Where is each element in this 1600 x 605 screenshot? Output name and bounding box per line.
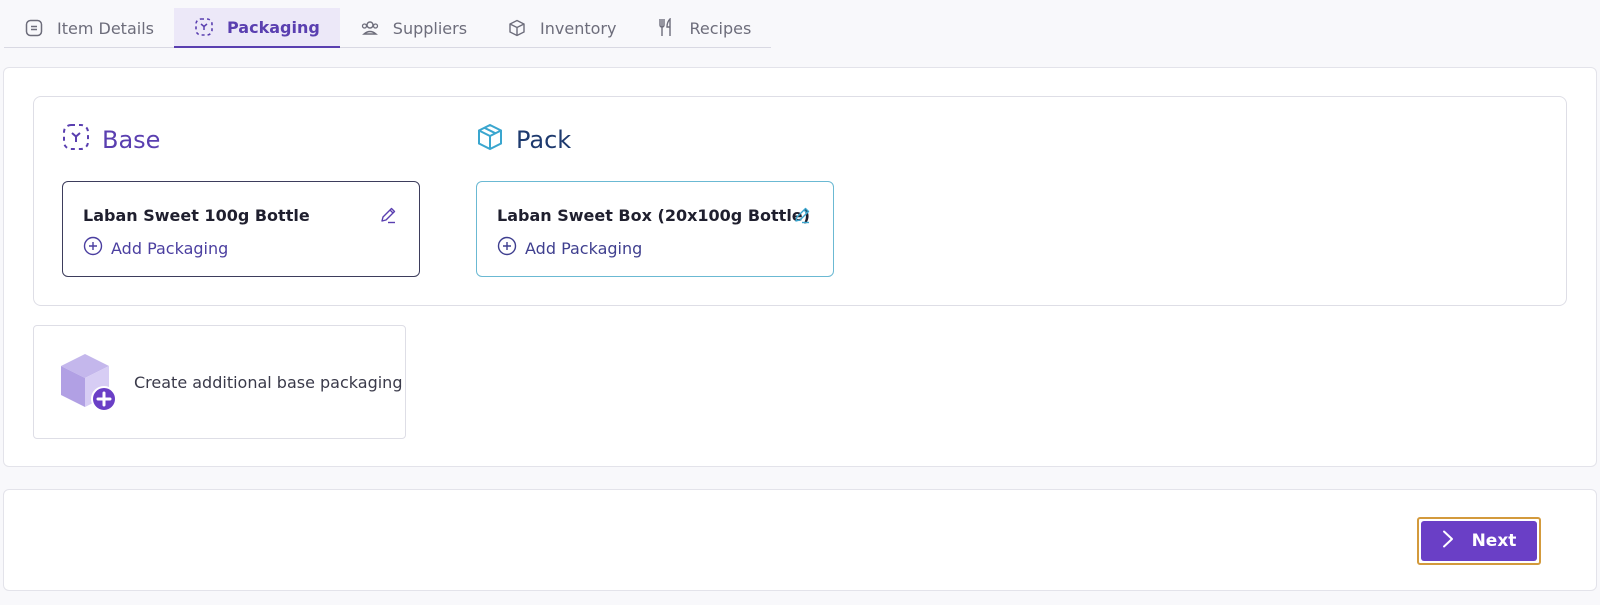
utensils-icon bbox=[656, 18, 676, 38]
base-packaging-card: Laban Sweet 100g Bottle Add Packaging bbox=[62, 181, 420, 277]
pencil-icon bbox=[795, 207, 810, 224]
next-button[interactable]: Next bbox=[1421, 521, 1537, 561]
tab-item-details[interactable]: Item Details bbox=[4, 8, 174, 48]
box-plus-icon bbox=[56, 351, 118, 413]
add-packaging-label: Add Packaging bbox=[525, 238, 643, 258]
tab-label: Item Details bbox=[57, 18, 154, 38]
pack-heading-label: Pack bbox=[516, 126, 572, 154]
edit-base-button[interactable] bbox=[377, 204, 399, 226]
tab-suppliers[interactable]: Suppliers bbox=[340, 8, 487, 48]
pencil-icon bbox=[381, 207, 396, 224]
pack-packaging-card: Laban Sweet Box (20x100g Bottle) Add Pac… bbox=[476, 181, 834, 277]
create-base-packaging-label: Create additional base packaging bbox=[134, 372, 403, 392]
packaging-panel: Base Pack Laban Sweet 100g Bottle Add Pa… bbox=[3, 67, 1597, 467]
tab-packaging[interactable]: Packaging bbox=[173, 8, 340, 48]
footer-bar: Next bbox=[3, 489, 1597, 591]
next-button-label: Next bbox=[1471, 531, 1517, 551]
next-button-focus-ring: Next bbox=[1417, 517, 1541, 565]
tab-bar: Item Details Packaging Suppliers Invento… bbox=[4, 8, 772, 48]
edit-pack-button[interactable] bbox=[791, 204, 813, 226]
document-icon bbox=[24, 18, 44, 38]
pack-item-name: Laban Sweet Box (20x100g Bottle) bbox=[497, 206, 810, 225]
pack-add-packaging-link[interactable]: Add Packaging bbox=[497, 236, 642, 260]
packaging-hierarchy: Base Pack Laban Sweet 100g Bottle Add Pa… bbox=[33, 96, 1567, 306]
pack-heading: Pack bbox=[476, 123, 571, 157]
base-add-packaging-link[interactable]: Add Packaging bbox=[83, 236, 228, 260]
base-heading-label: Base bbox=[102, 126, 161, 154]
packaging-icon bbox=[194, 17, 214, 37]
box-icon bbox=[507, 18, 527, 38]
chevron-right-icon bbox=[1442, 530, 1454, 553]
create-base-packaging-button[interactable]: Create additional base packaging bbox=[33, 325, 406, 439]
tab-inventory[interactable]: Inventory bbox=[487, 8, 636, 48]
packaging-icon bbox=[62, 123, 90, 157]
users-icon bbox=[360, 18, 380, 38]
tab-label: Inventory bbox=[540, 18, 617, 38]
tab-recipes[interactable]: Recipes bbox=[636, 8, 771, 48]
add-packaging-label: Add Packaging bbox=[111, 238, 229, 258]
plus-circle-icon bbox=[497, 236, 517, 260]
tab-label: Suppliers bbox=[392, 18, 468, 38]
box-icon bbox=[476, 123, 504, 157]
base-heading: Base bbox=[62, 123, 160, 157]
base-item-name: Laban Sweet 100g Bottle bbox=[83, 206, 310, 225]
tab-label: Recipes bbox=[689, 18, 752, 38]
plus-circle-icon bbox=[83, 236, 103, 260]
tab-label: Packaging bbox=[226, 17, 320, 37]
